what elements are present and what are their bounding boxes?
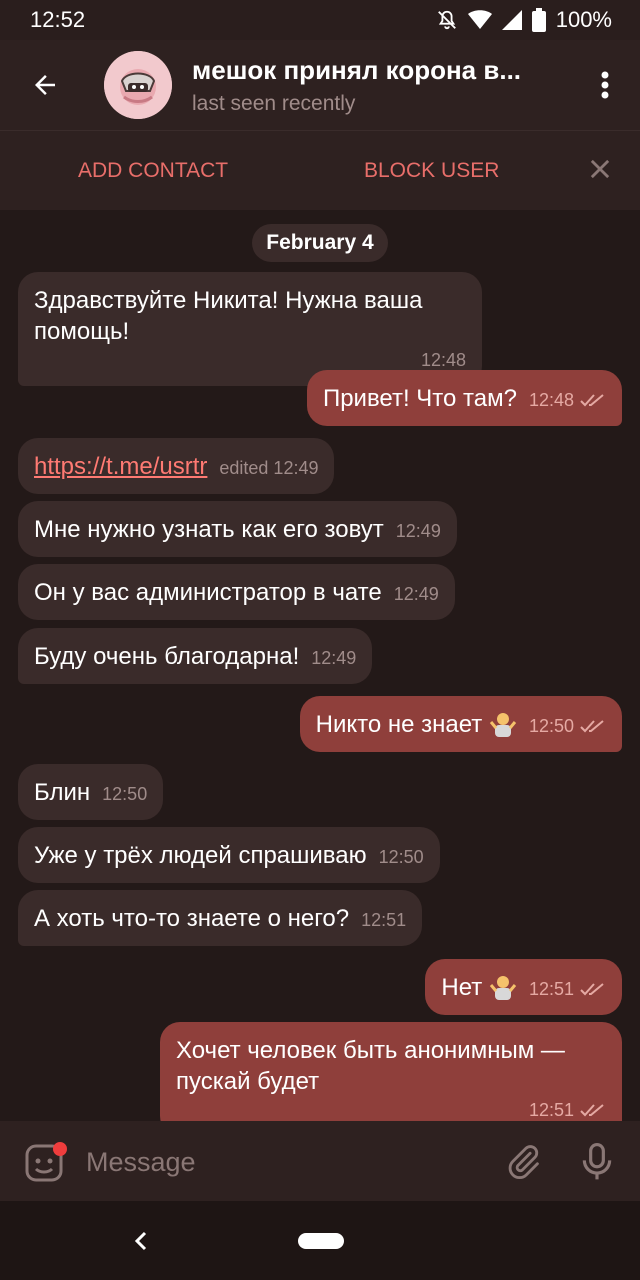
message-time: 12:49 [311, 648, 357, 668]
attach-button[interactable] [504, 1143, 542, 1186]
status-icons: 100% [436, 7, 612, 33]
arrow-back-icon [35, 75, 55, 95]
message-incoming[interactable]: Уже у трёх людей спрашиваю 12:50 [18, 827, 440, 883]
message-incoming[interactable]: Здравствуйте Никита! Нужна ваша помощь! … [18, 272, 482, 386]
voice-record-button[interactable] [578, 1141, 616, 1188]
message-text: Буду очень благодарна! [34, 643, 300, 670]
chat-title-block[interactable]: мешок принял корона в... last seen recen… [192, 55, 552, 116]
message-incoming[interactable]: Буду очень благодарна! 12:49 [18, 628, 373, 684]
read-double-check-icon [580, 719, 604, 733]
add-contact-button[interactable]: ADD CONTACT [78, 159, 228, 183]
message-text: Никто не знает [315, 711, 483, 738]
message-text: Хочет человек быть анонимным — пускай бу… [176, 1037, 565, 1095]
sticker-emoji-button[interactable] [24, 1141, 68, 1188]
message-time: 12:49 [395, 521, 441, 541]
message-time: 12:51 [528, 1100, 574, 1120]
avatar[interactable] [104, 51, 172, 119]
person-shrugging-emoji-icon [489, 713, 517, 737]
message-time: 12:51 [528, 979, 574, 999]
message-text: Мне нужно узнать как его зовут [34, 516, 384, 543]
more-menu-button[interactable] [570, 40, 640, 130]
message-incoming[interactable]: Блин 12:50 [18, 764, 164, 820]
signal-icon [501, 9, 522, 31]
home-pill[interactable] [298, 1233, 344, 1249]
message-text: Здравствуйте Никита! Нужна ваша помощь! [34, 287, 423, 345]
message-outgoing[interactable]: Нет 12:51 [425, 959, 622, 1015]
contact-action-bar: ADD CONTACT BLOCK USER [0, 130, 640, 210]
wifi-icon [467, 9, 492, 31]
message-incoming[interactable]: А хоть что-то знаете о него? 12:51 [18, 890, 423, 946]
message-text: А хоть что-то знаете о него? [34, 905, 350, 932]
read-double-check-icon [580, 982, 604, 996]
chat-header: мешок принял корона в... last seen recen… [0, 40, 640, 130]
message-time: 12:50 [378, 847, 424, 867]
status-bar: 12:52 100% [0, 0, 640, 40]
message-text: Привет! Что там? [322, 385, 517, 412]
nav-back-button[interactable] [130, 1229, 152, 1258]
message-time: 12:50 [528, 716, 574, 736]
message-incoming[interactable]: https://t.me/usrtr edited 12:49 [18, 438, 335, 494]
message-composer: Message [0, 1121, 640, 1201]
chat-subtitle: last seen recently [192, 91, 356, 115]
message-time: 12:49 [393, 584, 439, 604]
message-incoming[interactable]: Он у вас администратор в чате 12:49 [18, 564, 455, 620]
message-time: 12:51 [361, 910, 407, 930]
chevron-left-icon [134, 1231, 147, 1251]
block-user-button[interactable]: BLOCK USER [364, 159, 499, 183]
message-text: Нет [441, 974, 483, 1001]
read-double-check-icon [580, 393, 604, 407]
close-icon [590, 159, 610, 179]
read-double-check-icon [580, 1103, 604, 1117]
message-list[interactable]: February 4 Здравствуйте Никита! Нужна ва… [0, 210, 640, 1136]
message-text: Он у вас администратор в чате [34, 579, 382, 606]
message-time: 12:50 [102, 784, 148, 804]
message-text: Блин [34, 779, 91, 806]
message-time: 12:48 [420, 350, 466, 370]
message-link[interactable]: https://t.me/usrtr [34, 453, 207, 480]
date-separator: February 4 [252, 224, 388, 262]
message-outgoing[interactable]: Никто не знает 12:50 [299, 696, 622, 752]
person-shrugging-emoji-icon [489, 976, 517, 1000]
system-nav-bar [0, 1201, 640, 1280]
more-vert-icon [601, 71, 609, 99]
battery-level: 100% [555, 7, 612, 32]
notifications-off-icon [436, 9, 458, 31]
chat-title: мешок принял корона в... [192, 54, 522, 85]
message-incoming[interactable]: Мне нужно узнать как его зовут 12:49 [18, 501, 457, 557]
status-time: 12:52 [30, 7, 86, 32]
back-button[interactable] [0, 40, 90, 130]
message-input[interactable]: Message [86, 1147, 196, 1178]
paperclip-icon [508, 1145, 539, 1180]
message-outgoing[interactable]: Привет! Что там? 12:48 [306, 370, 622, 426]
battery-icon [531, 8, 546, 32]
message-outgoing[interactable]: Хочет человек быть анонимным — пускай бу… [160, 1022, 622, 1136]
sticker-icon [25, 1142, 67, 1182]
message-time: edited 12:49 [219, 458, 319, 478]
message-text: Уже у трёх людей спрашиваю [34, 842, 367, 869]
message-time: 12:48 [528, 390, 574, 410]
microphone-icon [582, 1143, 612, 1180]
close-action-bar-button[interactable] [586, 155, 614, 189]
